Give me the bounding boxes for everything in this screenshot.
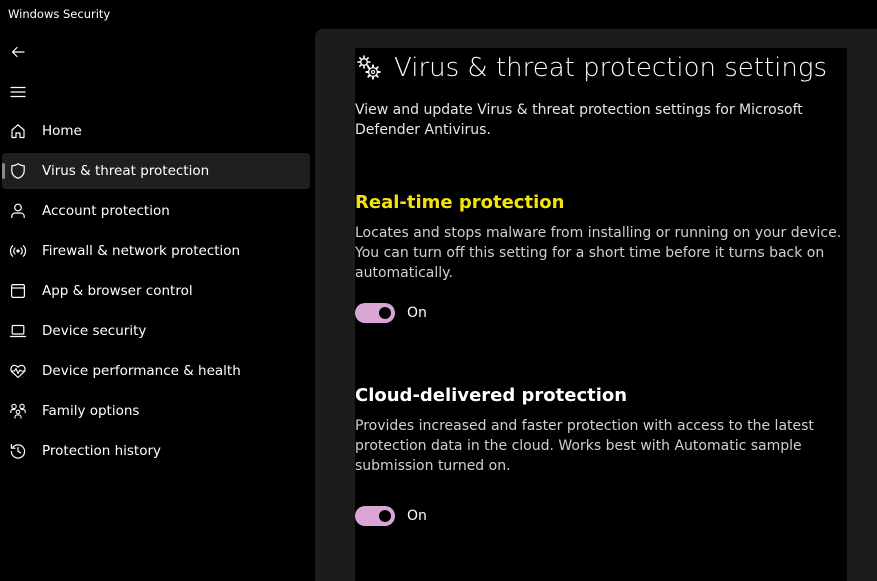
sidebar-item-device-performance-health[interactable]: Device performance & health xyxy=(2,353,310,389)
real-time-protection-toggle[interactable] xyxy=(355,303,395,323)
sidebar-item-family-options[interactable]: Family options xyxy=(2,393,310,429)
cloud-delivered-protection-description: Provides increased and faster protection… xyxy=(355,418,814,474)
heart-pulse-icon xyxy=(9,362,27,380)
page-description: View and update Virus & threat protectio… xyxy=(355,102,803,138)
sidebar-item-label: Account protection xyxy=(42,203,170,219)
sidebar-item-label: Virus & threat protection xyxy=(42,163,210,179)
sidebar-item-label: Family options xyxy=(42,403,140,419)
real-time-protection-toggle-state: On xyxy=(407,305,427,321)
sidebar-item-label: Device performance & health xyxy=(42,363,241,379)
sidebar-item-account-protection[interactable]: Account protection xyxy=(2,193,310,229)
family-icon xyxy=(9,402,27,420)
sidebar-nav: Home Virus & threat protection Account p… xyxy=(0,113,312,473)
person-icon xyxy=(9,202,27,220)
sidebar-item-label: App & browser control xyxy=(42,283,193,299)
page-header: Virus & threat protection settings xyxy=(355,53,827,83)
windows-security-window: Windows Security Home Virus & threat pro… xyxy=(0,0,877,581)
back-arrow-icon xyxy=(11,46,25,58)
app-window-icon xyxy=(9,282,27,300)
real-time-protection-toggle-row: On xyxy=(355,303,427,323)
window-title: Windows Security xyxy=(8,7,111,21)
cloud-delivered-protection-toggle[interactable] xyxy=(355,506,395,526)
sidebar-item-home[interactable]: Home xyxy=(2,113,310,149)
cloud-delivered-protection-title: Cloud-delivered protection xyxy=(355,385,628,406)
real-time-protection-title: Real-time protection xyxy=(355,192,565,213)
sidebar-item-device-security[interactable]: Device security xyxy=(2,313,310,349)
sidebar-item-virus-threat-protection[interactable]: Virus & threat protection xyxy=(2,153,310,189)
sidebar-item-firewall-network-protection[interactable]: Firewall & network protection xyxy=(2,233,310,269)
sidebar-item-app-browser-control[interactable]: App & browser control xyxy=(2,273,310,309)
sidebar-item-label: Home xyxy=(42,123,82,139)
wireless-icon xyxy=(9,242,27,260)
sidebar-item-label: Firewall & network protection xyxy=(42,243,241,259)
sidebar-item-label: Protection history xyxy=(42,443,162,459)
laptop-icon xyxy=(9,322,27,340)
toggle-knob xyxy=(379,510,391,522)
sidebar-item-label: Device security xyxy=(42,323,147,339)
settings-gears-icon xyxy=(357,55,381,80)
toggle-knob xyxy=(379,307,391,319)
history-icon xyxy=(9,442,27,460)
sidebar-item-protection-history[interactable]: Protection history xyxy=(2,433,310,469)
real-time-protection-description: Locates and stops malware from installin… xyxy=(355,225,842,281)
cloud-delivered-protection-toggle-state: On xyxy=(407,508,427,524)
home-icon xyxy=(9,122,27,140)
page-title: Virus & threat protection settings xyxy=(394,53,827,83)
cloud-delivered-protection-toggle-row: On xyxy=(355,506,427,526)
hamburger-menu-button[interactable] xyxy=(4,78,32,106)
shield-icon xyxy=(9,162,27,180)
back-button[interactable] xyxy=(4,38,32,66)
hamburger-icon xyxy=(10,86,26,98)
